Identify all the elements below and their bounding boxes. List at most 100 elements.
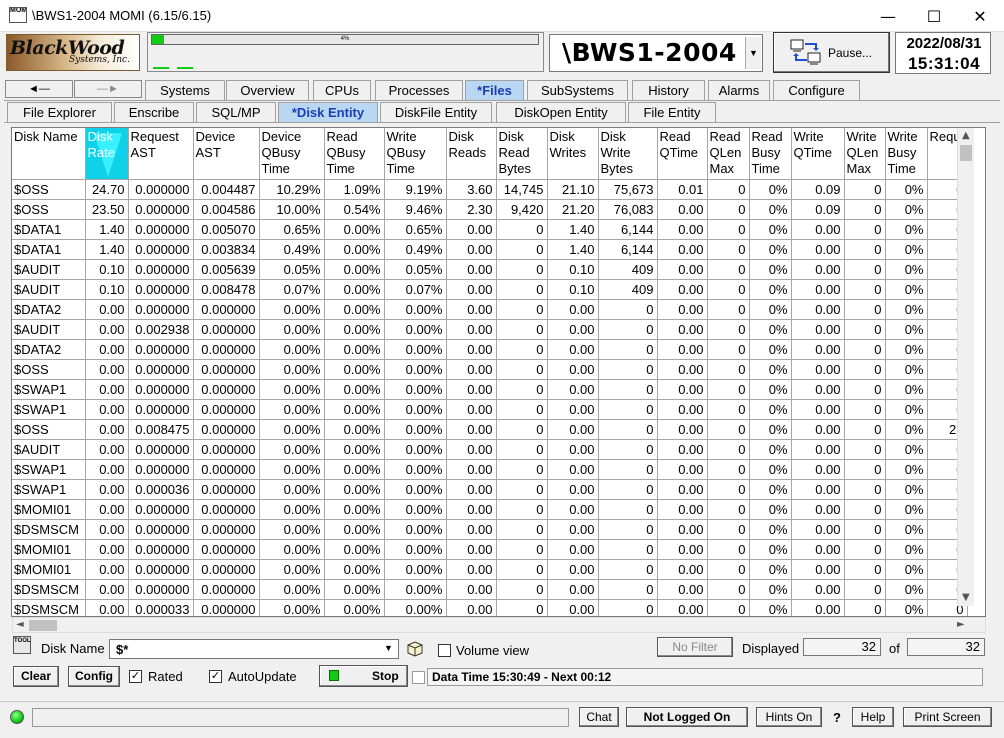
table-row[interactable]: $OSS 24.70 0.000000 0.004487 10.29% 1.09% 9.19… xyxy=(12,179,968,200)
subtab-file-explorer[interactable]: File Explorer xyxy=(7,102,112,123)
column-header-disk-reads[interactable]: Disk Reads xyxy=(446,128,497,180)
tab-systems[interactable]: Systems xyxy=(145,80,225,101)
column-header-request-ast[interactable]: Request AST xyxy=(128,128,194,180)
tab-processes[interactable]: Processes xyxy=(375,80,463,101)
column-header-device-qbusy-time[interactable]: Device QBusy Time xyxy=(259,128,325,180)
column-header-read-qtime[interactable]: Read QTime xyxy=(657,128,708,180)
column-header-device-ast[interactable]: Device AST xyxy=(193,128,260,180)
no-filter-button[interactable]: No Filter xyxy=(657,637,733,657)
print-screen-button[interactable]: Print Screen xyxy=(903,707,992,727)
scroll-thumb[interactable] xyxy=(960,145,972,161)
table-row[interactable]: $DATA1 1.40 0.000000 0.005070 0.65% 0.00% 0.65… xyxy=(12,219,968,240)
table-row[interactable]: $MOMI01 0.00 0.000000 0.000000 0.00% 0.00% 0.0… xyxy=(12,559,968,580)
config-button[interactable]: Config xyxy=(68,666,120,687)
subtab-file-entity[interactable]: File Entity xyxy=(628,102,716,123)
table-cell: 0 xyxy=(707,359,750,380)
column-header-disk-name[interactable]: Disk Name xyxy=(12,128,86,180)
column-header-disk-write-bytes[interactable]: Disk Write Bytes xyxy=(598,128,658,180)
table-row[interactable]: $OSS 0.00 0.008475 0.000000 0.00% 0.00% 0.00% 0… xyxy=(12,419,968,440)
scroll-left-icon[interactable]: ◄ xyxy=(16,619,24,630)
chevron-down-icon[interactable]: ▼ xyxy=(384,643,393,653)
clear-button[interactable]: Clear xyxy=(13,666,59,687)
subtab-diskopen-entity[interactable]: DiskOpen Entity xyxy=(496,102,626,123)
autoupdate-checkbox[interactable]: ✓ xyxy=(209,670,222,683)
help-button[interactable]: Help xyxy=(852,707,894,727)
disk-entity-grid[interactable]: Disk Name Disk Rate Request AST Device AST D… xyxy=(11,127,986,617)
scroll-up-icon[interactable]: ▲ xyxy=(962,130,970,141)
column-header-disk-rate[interactable]: Disk Rate xyxy=(85,128,129,180)
table-cell: 0.000000 xyxy=(193,599,260,616)
help-question-icon[interactable]: ? xyxy=(833,710,841,725)
table-cell: 0.00 xyxy=(446,259,497,280)
table-row[interactable]: $SWAP1 0.00 0.000000 0.000000 0.00% 0.00% 0.00… xyxy=(12,379,968,400)
tab-history[interactable]: History xyxy=(632,80,705,101)
back-button[interactable]: ◄— xyxy=(5,80,73,98)
table-row[interactable]: $AUDIT 0.10 0.000000 0.005639 0.05% 0.00% 0.05… xyxy=(12,259,968,280)
table-row[interactable]: $OSS 0.00 0.000000 0.000000 0.00% 0.00% 0.00% 0… xyxy=(12,359,968,380)
horizontal-scrollbar[interactable]: ◄ ► xyxy=(12,617,986,633)
table-row[interactable]: $AUDIT 0.00 0.000000 0.000000 0.00% 0.00% 0.00… xyxy=(12,439,968,460)
column-header-read-busy-time[interactable]: Read Busy Time xyxy=(749,128,792,180)
volume-view-checkbox[interactable] xyxy=(438,644,451,657)
column-header-write-qlen-max[interactable]: Write QLen Max xyxy=(844,128,886,180)
subtab-disk-entity[interactable]: *Disk Entity xyxy=(278,102,378,123)
table-row[interactable]: $DATA1 1.40 0.000000 0.003834 0.49% 0.00% 0.49… xyxy=(12,239,968,260)
rated-checkbox[interactable]: ✓ xyxy=(129,670,142,683)
table-row[interactable]: $MOMI01 0.00 0.000000 0.000000 0.00% 0.00% 0.0… xyxy=(12,499,968,520)
pause-button[interactable]: Pause... xyxy=(773,32,890,73)
table-row[interactable]: $MOMI01 0.00 0.000000 0.000000 0.00% 0.00% 0.0… xyxy=(12,539,968,560)
login-button[interactable]: Not Logged On xyxy=(626,707,748,727)
data-time-checkbox[interactable] xyxy=(412,671,425,684)
table-row[interactable]: $DSMSCM 0.00 0.000000 0.000000 0.00% 0.00% 0.0… xyxy=(12,579,968,600)
table-row[interactable]: $OSS 23.50 0.000000 0.004586 10.00% 0.54% 9.46… xyxy=(12,199,968,220)
column-header-read-qbusy-time[interactable]: Read QBusy Time xyxy=(324,128,385,180)
tab-configure[interactable]: Configure xyxy=(773,80,860,101)
tab-subsystems[interactable]: SubSystems xyxy=(527,80,628,101)
close-button[interactable]: ✕ xyxy=(957,0,1003,32)
column-header-label: Write QBusy Time xyxy=(386,129,426,176)
tab-files[interactable]: *Files xyxy=(465,80,524,101)
table-cell: 0 xyxy=(598,339,658,360)
tab-overview[interactable]: Overview xyxy=(226,80,309,101)
tool-icon[interactable]: TOOL xyxy=(13,636,31,654)
column-header-disk-read-bytes[interactable]: Disk Read Bytes xyxy=(496,128,548,180)
stop-button[interactable]: Stop xyxy=(319,665,408,687)
table-row[interactable]: $SWAP1 0.00 0.000000 0.000000 0.00% 0.00% 0.00… xyxy=(12,399,968,420)
vertical-scrollbar[interactable]: ▲ ▼ xyxy=(957,128,974,606)
maximize-button[interactable]: ☐ xyxy=(911,0,957,32)
chevron-down-icon[interactable]: ▼ xyxy=(745,37,761,69)
filter-cube-icon[interactable] xyxy=(405,639,426,658)
table-row[interactable]: $DATA2 0.00 0.000000 0.000000 0.00% 0.00% 0.00… xyxy=(12,299,968,320)
minimize-button[interactable]: — xyxy=(865,0,911,32)
scroll-thumb[interactable] xyxy=(29,620,57,631)
scroll-down-icon[interactable]: ▼ xyxy=(962,592,970,603)
subtab-sql-mp[interactable]: SQL/MP xyxy=(196,102,276,123)
chat-button[interactable]: Chat xyxy=(579,707,619,727)
hints-button[interactable]: Hints On xyxy=(756,707,822,727)
table-row[interactable]: $AUDIT 0.10 0.000000 0.008478 0.07% 0.00% 0.07… xyxy=(12,279,968,300)
column-header-read-qlen-max[interactable]: Read QLen Max xyxy=(707,128,750,180)
column-header-write-busy-time[interactable]: Write Busy Time xyxy=(885,128,928,180)
table-cell: $AUDIT xyxy=(12,259,86,280)
column-header-disk-writes[interactable]: Disk Writes xyxy=(547,128,599,180)
disk-name-combo[interactable]: $* ▼ xyxy=(109,639,399,659)
table-cell: 0.000000 xyxy=(193,539,260,560)
forward-button[interactable]: —► xyxy=(74,80,142,98)
subtab-diskfile-entity[interactable]: DiskFile Entity xyxy=(380,102,492,123)
subtab-enscribe[interactable]: Enscribe xyxy=(114,102,194,123)
tab-cpus[interactable]: CPUs xyxy=(313,80,371,101)
column-header-write-qtime[interactable]: Write QTime xyxy=(791,128,845,180)
table-row[interactable]: $AUDIT 0.00 0.002938 0.000000 0.00% 0.00% 0.00… xyxy=(12,319,968,340)
scroll-right-icon[interactable]: ► xyxy=(957,619,965,630)
table-row[interactable]: $DSMSCM 0.00 0.000033 0.000000 0.00% 0.00% 0.0… xyxy=(12,599,968,616)
tab-alarms[interactable]: Alarms xyxy=(708,80,770,101)
table-cell: 0 xyxy=(496,359,548,380)
column-header-write-qbusy-time[interactable]: Write QBusy Time xyxy=(384,128,447,180)
table-cell: 0 xyxy=(707,299,750,320)
table-row[interactable]: $SWAP1 0.00 0.000000 0.000000 0.00% 0.00% 0.00… xyxy=(12,459,968,480)
table-row[interactable]: $DSMSCM 0.00 0.000000 0.000000 0.00% 0.00% 0.0… xyxy=(12,519,968,540)
system-selector[interactable]: \BWS1-2004 ▼ xyxy=(549,34,763,72)
table-row[interactable]: $SWAP1 0.00 0.000036 0.000000 0.00% 0.00% 0.00… xyxy=(12,479,968,500)
table-cell: 0.00 xyxy=(547,459,599,480)
table-row[interactable]: $DATA2 0.00 0.000000 0.000000 0.00% 0.00% 0.00… xyxy=(12,339,968,360)
